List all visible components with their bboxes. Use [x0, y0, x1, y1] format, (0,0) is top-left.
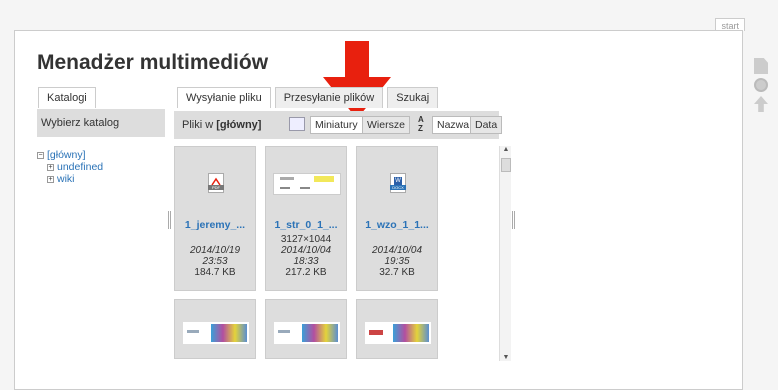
sort-name-button[interactable]: Nazwa [432, 116, 475, 134]
tab-search[interactable]: Szukaj [387, 87, 439, 108]
right-tabs: Wysyłanie pliku Przesyłanie plików Szukaj [177, 87, 442, 108]
scrollbar-thumb[interactable] [501, 158, 511, 172]
tab-multi-upload[interactable]: Przesyłanie plików [274, 87, 384, 108]
tab-upload[interactable]: Wysyłanie pliku [177, 87, 271, 108]
tree-item-label[interactable]: undefined [57, 161, 103, 173]
files-toolbar: Pliki w [główny] Miniatury Wiersze AZ Na… [174, 111, 503, 139]
file-card[interactable]: 1_str_0_1_... 3127×1044 2014/10/04 18:33… [265, 146, 347, 291]
media-manager-page: Menadżer multimediów Katalogi Wybierz ka… [14, 30, 743, 390]
file-grid-scrollbar[interactable]: ▲ ▼ [499, 146, 511, 361]
file-card[interactable]: PDF 1_jeremy_... 2014/10/19 23:53 184.7 … [174, 146, 256, 291]
page-icon[interactable] [754, 58, 768, 74]
file-thumbnail[interactable]: W DOCX [357, 147, 437, 217]
file-name-link[interactable]: 1_wzo_1_1... [357, 219, 437, 231]
file-meta: 2014/10/04 19:35 32.7 KB [371, 245, 423, 278]
rows-button[interactable]: Wiersze [362, 116, 410, 134]
file-card[interactable] [356, 299, 438, 359]
right-splitter[interactable] [512, 211, 515, 229]
tree-item-wiki[interactable]: + wiki [37, 173, 103, 185]
scroll-down-icon[interactable]: ▼ [500, 354, 512, 361]
photo-thumbnail[interactable] [365, 322, 431, 344]
image-thumbnail [273, 173, 341, 195]
file-card[interactable] [174, 299, 256, 359]
file-name-link[interactable]: 1_str_0_1_... [266, 219, 346, 231]
tree-root[interactable]: − [główny] [37, 149, 103, 161]
pdf-icon: PDF [208, 173, 224, 193]
docx-icon: W DOCX [390, 173, 406, 193]
file-grid: PDF 1_jeremy_... 2014/10/19 23:53 184.7 … [174, 146, 510, 361]
thumbnails-button[interactable]: Miniatury [310, 116, 363, 134]
expand-icon[interactable]: + [47, 164, 54, 171]
folder-tree: − [główny] + undefined + wiki [37, 149, 103, 185]
left-splitter[interactable] [168, 211, 171, 229]
file-card[interactable]: W DOCX 1_wzo_1_1... 2014/10/04 19:35 32.… [356, 146, 438, 291]
red-arrow-annotation [323, 41, 391, 119]
tree-root-label[interactable]: [główny] [47, 149, 86, 161]
page-tools [754, 58, 768, 116]
photo-thumbnail[interactable] [183, 322, 249, 344]
tree-item-undefined[interactable]: + undefined [37, 161, 103, 173]
view-mode-icon [289, 117, 305, 131]
left-tabs: Katalogi [38, 87, 96, 108]
choose-folder-heading: Wybierz katalog [37, 109, 165, 137]
page-title: Menadżer multimediów [37, 51, 269, 74]
current-folder: [główny] [216, 119, 262, 131]
file-thumbnail[interactable]: PDF [175, 147, 255, 217]
file-meta: 2014/10/19 23:53 184.7 KB [189, 245, 241, 278]
collapse-icon[interactable]: − [37, 152, 44, 159]
tree-item-label[interactable]: wiki [57, 173, 75, 185]
expand-icon[interactable]: + [47, 176, 54, 183]
sort-date-button[interactable]: Data [470, 116, 503, 134]
file-thumbnail[interactable] [266, 147, 346, 217]
tab-katalogi[interactable]: Katalogi [38, 87, 96, 108]
file-card[interactable] [265, 299, 347, 359]
file-name-link[interactable]: 1_jeremy_... [175, 219, 255, 231]
clock-icon[interactable] [754, 78, 768, 92]
sort-az-icon: AZ [418, 115, 424, 133]
file-meta: 3127×1044 2014/10/04 18:33 217.2 KB [280, 234, 332, 278]
scroll-up-icon[interactable]: ▲ [500, 146, 512, 153]
photo-thumbnail[interactable] [274, 322, 340, 344]
arrow-up-icon[interactable] [754, 96, 768, 112]
files-in-label: Pliki w [główny] [182, 119, 262, 131]
